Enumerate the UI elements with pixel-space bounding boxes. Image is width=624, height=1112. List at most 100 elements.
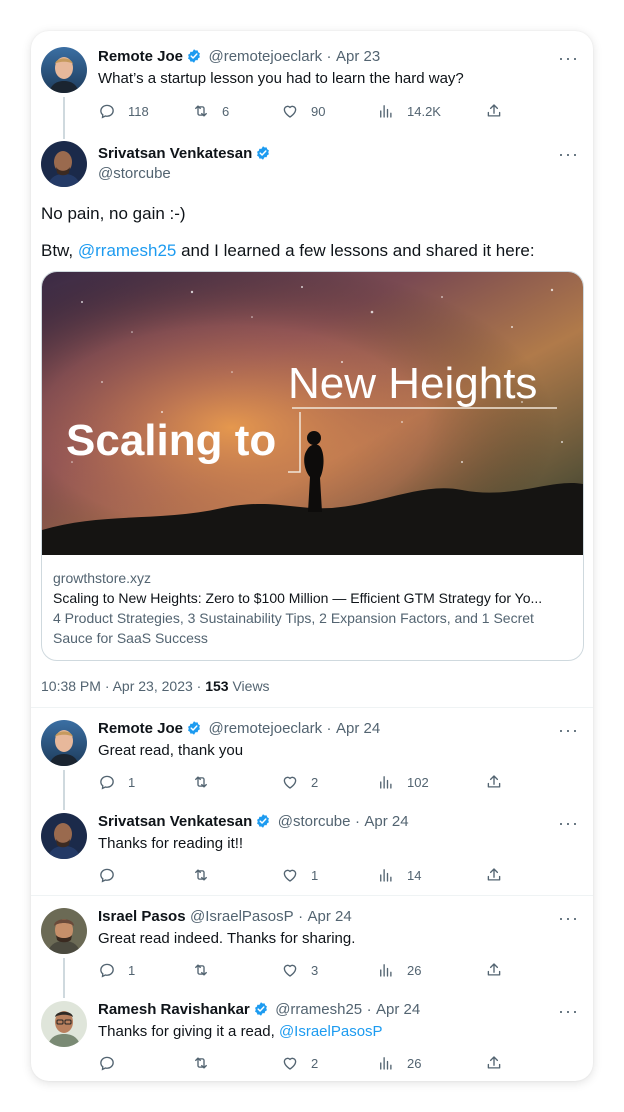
author-handle[interactable]: @IsraelPasosP (190, 908, 294, 925)
verified-badge-icon (253, 1001, 269, 1017)
mention-link[interactable]: @IsraelPasosP (279, 1023, 383, 1040)
divider (31, 895, 593, 896)
views-button[interactable]: 26 (377, 960, 421, 980)
retweet-button[interactable] (192, 960, 222, 980)
timestamp-text[interactable]: 10:38 PM · Apr 23, 2023 · (41, 678, 205, 694)
views-icon (377, 102, 395, 120)
more-icon[interactable]: ··· (558, 721, 579, 739)
author-handle[interactable]: @remotejoeclark (208, 48, 322, 65)
avatar-remote-joe[interactable] (41, 720, 87, 766)
text-segment: Thanks for giving it a read, (98, 1023, 279, 1040)
share-button[interactable] (485, 960, 515, 980)
views-button[interactable]: 102 (377, 772, 429, 792)
author-handle[interactable]: @storcube (278, 813, 351, 830)
separator: · (366, 1001, 372, 1018)
retweet-button[interactable] (192, 772, 222, 792)
share-button[interactable] (485, 1053, 515, 1073)
author-handle[interactable]: @storcube (98, 165, 171, 182)
like-button[interactable]: 1 (281, 865, 318, 885)
like-button[interactable]: 3 (281, 960, 318, 980)
author-name[interactable]: Remote Joe (98, 720, 183, 737)
share-button[interactable] (485, 101, 515, 121)
separator: · (298, 908, 304, 925)
reply-header: Remote Joe @remotejoeclark · Apr 24 (98, 720, 380, 738)
reply-button[interactable]: 1 (98, 960, 135, 980)
separator: · (326, 48, 332, 65)
reply-icon (98, 773, 116, 791)
reply-count: 1 (128, 962, 136, 978)
share-button[interactable] (485, 772, 515, 792)
views-button[interactable]: 14 (377, 865, 421, 885)
avatar-israel-pasos[interactable] (41, 908, 87, 954)
share-icon (485, 773, 503, 791)
author-handle[interactable]: @rramesh25 (275, 1001, 362, 1018)
author-name[interactable]: Remote Joe (98, 48, 183, 65)
like-count: 2 (311, 1055, 319, 1071)
share-icon (485, 866, 503, 884)
like-button[interactable]: 2 (281, 1053, 318, 1073)
retweet-icon (192, 102, 210, 120)
main-tweet-header: Srivatsan Venkatesan (98, 145, 273, 163)
avatar-srivatsan[interactable] (41, 141, 87, 187)
tweet-timestamp: 10:38 PM · Apr 23, 2023 · 153 Views (41, 678, 270, 694)
like-icon (281, 961, 299, 979)
verified-badge-icon (255, 145, 271, 161)
views-icon (377, 866, 395, 884)
link-preview-body: growthstore.xyz Scaling to New Heights: … (53, 568, 573, 648)
like-icon (281, 102, 299, 120)
more-icon[interactable]: ··· (558, 49, 579, 67)
tweet-header: Remote Joe @remotejoeclark · Apr 23 (98, 48, 380, 66)
reply-button[interactable] (98, 865, 128, 885)
retweet-button[interactable] (192, 1053, 222, 1073)
author-name[interactable]: Ramesh Ravishankar (98, 1001, 250, 1018)
views-button[interactable]: 14.2K (377, 101, 441, 121)
mention-link[interactable]: @rramesh25 (78, 241, 177, 260)
like-button[interactable]: 2 (281, 772, 318, 792)
views-button[interactable]: 26 (377, 1053, 421, 1073)
reply-button[interactable]: 1 (98, 772, 135, 792)
tweet-text: What’s a startup lesson you had to learn… (98, 70, 464, 87)
author-name[interactable]: Srivatsan Venkatesan (98, 145, 252, 162)
more-icon[interactable]: ··· (558, 1002, 579, 1020)
views-count: 14 (407, 867, 422, 883)
divider (31, 707, 593, 708)
avatar-ramesh-ravishankar[interactable] (41, 1001, 87, 1047)
share-button[interactable] (485, 865, 515, 885)
views-label: Views (228, 678, 270, 694)
link-preview-card[interactable]: New Heights Scaling to growthstore.xyz S… (41, 271, 584, 661)
tweet-date[interactable]: Apr 24 (364, 813, 408, 830)
avatar-remote-joe[interactable] (41, 47, 87, 93)
tweet-date[interactable]: Apr 24 (336, 720, 380, 737)
views-count: 102 (407, 774, 429, 790)
more-icon[interactable]: ··· (558, 145, 579, 163)
reply-header: Srivatsan Venkatesan @storcube · Apr 24 (98, 813, 409, 831)
retweet-icon (192, 866, 210, 884)
main-tweet-line-1: No pain, no gain :-) (41, 204, 186, 223)
link-preview-image: New Heights Scaling to (42, 272, 583, 555)
reply-text: Great read, thank you (98, 742, 244, 759)
reply-icon (98, 866, 116, 884)
retweet-button[interactable] (192, 865, 222, 885)
author-name[interactable]: Israel Pasos (98, 908, 186, 925)
more-icon[interactable]: ··· (558, 909, 579, 927)
more-icon[interactable]: ··· (558, 814, 579, 832)
avatar-srivatsan[interactable] (41, 813, 87, 859)
views-count: 26 (407, 962, 422, 978)
author-handle[interactable]: @remotejoeclark (208, 720, 322, 737)
tweet-date[interactable]: Apr 24 (308, 908, 352, 925)
like-icon (281, 773, 299, 791)
link-title: Scaling to New Heights: Zero to $100 Mil… (53, 590, 543, 606)
share-icon (485, 1054, 503, 1072)
retweet-icon (192, 1054, 210, 1072)
retweet-button[interactable]: 6 (192, 101, 229, 121)
author-name[interactable]: Srivatsan Venkatesan (98, 813, 252, 830)
reply-header: Israel Pasos @IsraelPasosP · Apr 24 (98, 908, 352, 926)
reply-count: 1 (128, 774, 136, 790)
like-count: 90 (311, 103, 326, 119)
tweet-date[interactable]: Apr 24 (376, 1001, 420, 1018)
reply-button[interactable]: 118 (98, 101, 149, 121)
tweet-date[interactable]: Apr 23 (336, 48, 380, 65)
views-icon (377, 1054, 395, 1072)
like-button[interactable]: 90 (281, 101, 325, 121)
reply-button[interactable] (98, 1053, 128, 1073)
